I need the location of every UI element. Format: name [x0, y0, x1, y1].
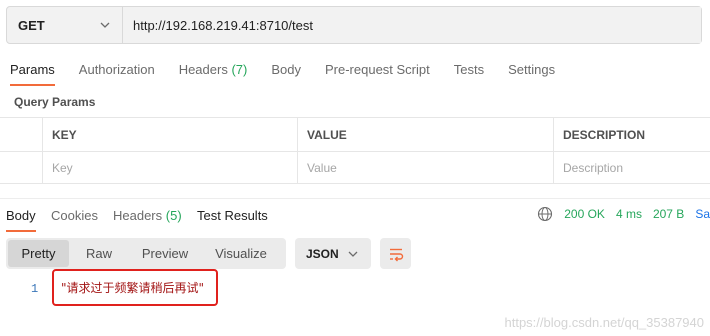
query-params-title: Query Params: [14, 95, 96, 109]
response-highlight-box: "请求过于频繁请稍后再试": [52, 269, 218, 306]
tab-tests[interactable]: Tests: [454, 56, 484, 86]
table-row: Key Value Description: [0, 151, 710, 184]
view-mode-switch: Pretty Raw Preview Visualize: [6, 238, 286, 269]
wrap-lines-button[interactable]: [380, 238, 411, 269]
response-tab-cookies[interactable]: Cookies: [51, 208, 98, 223]
tab-authorization[interactable]: Authorization: [79, 56, 155, 86]
tab-settings[interactable]: Settings: [508, 56, 555, 86]
chevron-down-icon: [348, 251, 358, 257]
response-headers-count: (5): [165, 208, 182, 223]
status-code[interactable]: 200 OK: [564, 207, 605, 221]
tab-headers[interactable]: Headers (7): [179, 56, 248, 86]
method-select[interactable]: GET: [7, 7, 123, 43]
globe-icon[interactable]: [537, 206, 553, 222]
request-tabs: Params Authorization Headers (7) Body Pr…: [0, 56, 710, 86]
save-response-link[interactable]: Sa: [695, 207, 710, 221]
watermark: https://blog.csdn.net/qq_35387940: [504, 315, 705, 330]
row-checkbox-cell: [0, 152, 42, 184]
column-header-key: KEY: [42, 118, 297, 151]
response-tabs: Body Cookies Headers (5) Test Results 20…: [0, 198, 710, 232]
description-input[interactable]: Description: [553, 152, 710, 184]
response-tab-test-results[interactable]: Test Results: [197, 208, 268, 223]
line-number: 1: [31, 282, 39, 296]
response-size[interactable]: 207 B: [653, 207, 684, 221]
format-select[interactable]: JSON: [295, 238, 371, 269]
key-input[interactable]: Key: [42, 152, 297, 184]
tab-params[interactable]: Params: [10, 56, 55, 86]
view-preview-button[interactable]: Preview: [129, 240, 201, 267]
response-tab-headers[interactable]: Headers (5): [113, 208, 182, 223]
row-checkbox-column: [0, 118, 42, 151]
view-raw-button[interactable]: Raw: [69, 240, 129, 267]
response-status: 200 OK 4 ms 207 B Sa: [537, 206, 710, 222]
method-label: GET: [18, 17, 45, 33]
tab-body[interactable]: Body: [271, 56, 301, 86]
wrap-lines-icon: [389, 248, 403, 261]
headers-count: (7): [231, 62, 248, 77]
table-header-row: KEY VALUE DESCRIPTION: [0, 118, 710, 151]
format-label: JSON: [306, 246, 339, 261]
view-pretty-button[interactable]: Pretty: [8, 240, 69, 267]
chevron-down-icon: [100, 22, 110, 28]
query-params-table: KEY VALUE DESCRIPTION Key Value Descript…: [0, 117, 710, 184]
view-visualize-button[interactable]: Visualize: [201, 240, 281, 267]
tab-pre-request-script[interactable]: Pre-request Script: [325, 56, 430, 86]
url-input[interactable]: http://192.168.219.41:8710/test: [123, 7, 701, 43]
response-tab-body[interactable]: Body: [6, 208, 36, 232]
request-bar: GET http://192.168.219.41:8710/test: [6, 6, 702, 44]
response-time[interactable]: 4 ms: [616, 207, 642, 221]
column-header-value: VALUE: [297, 118, 553, 151]
value-input[interactable]: Value: [297, 152, 553, 184]
column-header-description: DESCRIPTION: [553, 118, 710, 151]
response-string[interactable]: "请求过于频繁请稍后再试": [61, 279, 204, 296]
